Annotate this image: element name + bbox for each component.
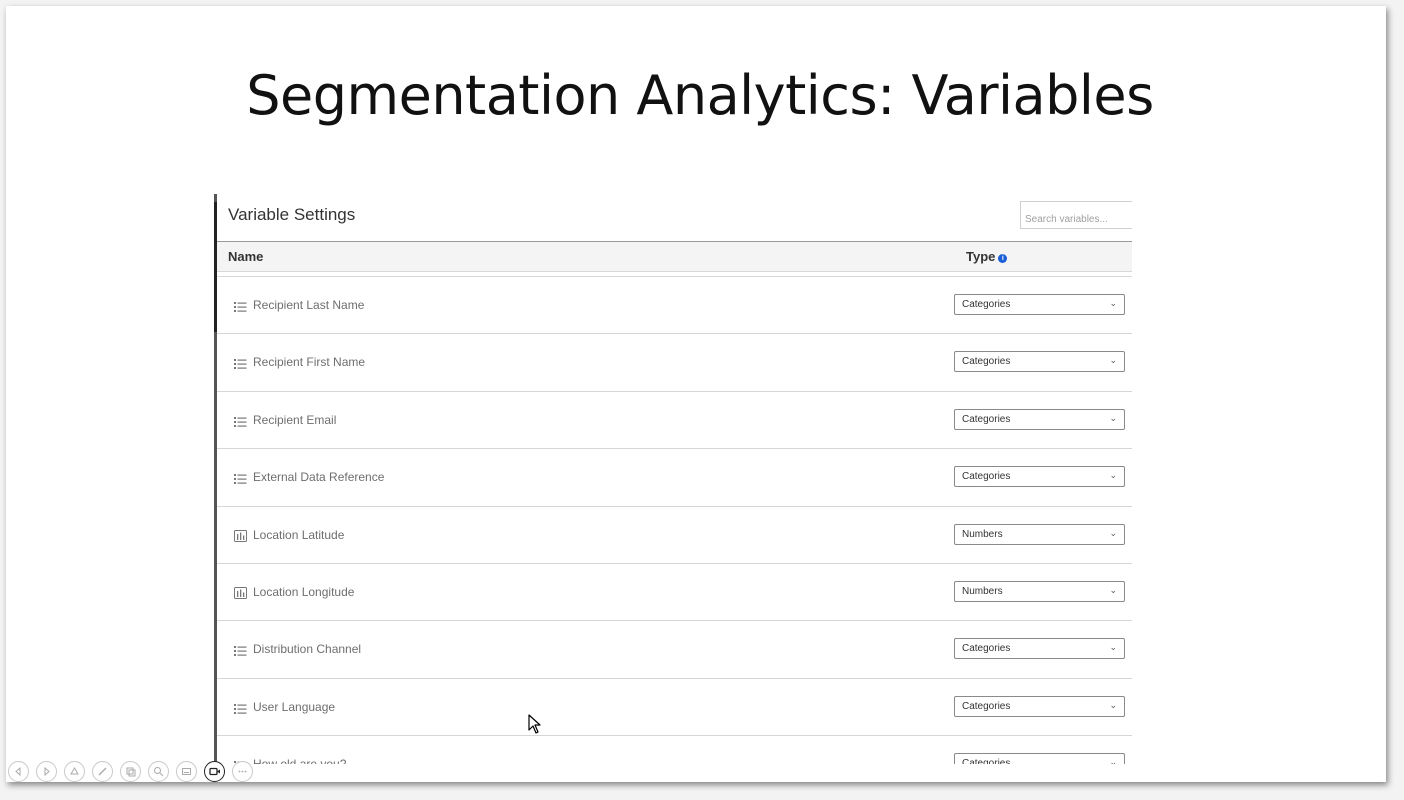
type-select[interactable]: Categories ⌄ — [954, 695, 1125, 717]
camera-icon[interactable] — [204, 760, 225, 782]
chevron-down-icon: ⌄ — [1109, 642, 1117, 653]
table-row: User Language Categories ⌄ — [217, 679, 1132, 737]
pen-icon[interactable] — [64, 760, 85, 782]
type-select[interactable]: Numbers ⌄ — [954, 523, 1125, 545]
chevron-down-icon: ⌄ — [1109, 470, 1117, 481]
table-row: Recipient Last Name Categories ⌄ — [217, 277, 1132, 335]
list-icon — [234, 701, 247, 714]
search-input[interactable] — [1020, 201, 1132, 229]
type-select-value: Categories — [962, 413, 1011, 425]
type-select[interactable]: Categories ⌄ — [954, 638, 1125, 660]
variable-name[interactable]: Recipient Last Name — [253, 298, 364, 312]
list-icon — [234, 414, 247, 427]
variable-name[interactable]: User Language — [253, 700, 335, 714]
variable-name[interactable]: Distribution Channel — [253, 642, 361, 656]
next-icon[interactable] — [36, 760, 57, 782]
chevron-down-icon: ⌄ — [1109, 412, 1117, 423]
variable-name[interactable]: Recipient First Name — [253, 355, 365, 369]
variable-list: Recipient Last Name Categories ⌄ Recipient … — [217, 276, 1132, 764]
presenter-toolbar — [8, 760, 253, 782]
edit-icon[interactable] — [92, 760, 113, 782]
table-row: Location Longitude Numbers ⌄ — [217, 564, 1132, 622]
list-icon — [234, 356, 247, 370]
previous-icon[interactable] — [8, 760, 29, 782]
type-select-value: Numbers — [962, 585, 1003, 597]
type-select[interactable]: Categories ⌄ — [954, 753, 1125, 764]
chevron-down-icon: ⌄ — [1109, 584, 1117, 595]
slide: Segmentation Analytics: Variables Variab… — [6, 6, 1386, 782]
variable-settings-panel: Variable Settings Name Typei Recipient L… — [214, 194, 1132, 764]
chevron-down-icon: ⌄ — [1109, 298, 1117, 308]
variable-name[interactable]: Location Longitude — [253, 585, 354, 599]
bar-chart-icon — [234, 586, 247, 599]
more-icon[interactable] — [232, 760, 253, 782]
column-header-type: Type i — [966, 249, 1008, 264]
zoom-icon[interactable] — [148, 760, 169, 782]
list-icon — [234, 471, 247, 485]
info-icon[interactable]: i — [998, 254, 1008, 263]
bar-chart-icon — [234, 529, 247, 542]
chevron-down-icon: ⌄ — [1109, 757, 1117, 764]
chevron-down-icon: ⌄ — [1109, 699, 1117, 710]
type-select[interactable]: Categories ⌄ — [954, 294, 1125, 315]
variable-name[interactable]: How old are you? — [253, 757, 346, 764]
type-select-value: Categories — [962, 643, 1011, 655]
subtitles-icon[interactable] — [176, 760, 197, 782]
list-icon — [234, 643, 247, 657]
chevron-down-icon: ⌄ — [1109, 355, 1117, 366]
table-row: Recipient First Name Categories ⌄ — [217, 334, 1132, 392]
column-header-type-label[interactable]: Type — [966, 249, 995, 264]
type-select-value: Categories — [962, 299, 1011, 310]
type-select[interactable]: Numbers ⌄ — [954, 580, 1125, 602]
table-row: External Data Reference Categories ⌄ — [217, 449, 1132, 507]
type-select[interactable]: Categories ⌄ — [954, 466, 1125, 488]
type-select-value: Categories — [962, 700, 1011, 712]
type-select-value: Categories — [962, 758, 1011, 764]
slides-icon[interactable] — [120, 760, 141, 782]
presentation-stage: Segmentation Analytics: Variables Variab… — [0, 0, 1404, 800]
chevron-down-icon: ⌄ — [1109, 527, 1117, 538]
panel-header: Variable Settings — [217, 194, 1132, 241]
table-header: Name Type i — [217, 241, 1132, 272]
type-select-value: Categories — [962, 356, 1011, 368]
type-select[interactable]: Categories ⌄ — [954, 351, 1125, 373]
variable-name[interactable]: External Data Reference — [253, 470, 384, 484]
variable-name[interactable]: Recipient Email — [253, 413, 336, 427]
type-select-value: Numbers — [962, 528, 1003, 540]
column-header-name[interactable]: Name — [228, 249, 263, 264]
variable-name[interactable]: Location Latitude — [253, 528, 344, 542]
slide-title: Segmentation Analytics: Variables — [246, 64, 1154, 127]
table-row: Recipient Email Categories ⌄ — [217, 392, 1132, 450]
panel-title: Variable Settings — [228, 205, 356, 224]
list-icon — [234, 299, 247, 312]
type-select[interactable]: Categories ⌄ — [954, 408, 1125, 430]
type-select-value: Categories — [962, 471, 1011, 483]
table-row: How old are you? Categories ⌄ — [217, 736, 1132, 764]
mouse-cursor-icon — [528, 714, 541, 734]
table-row: Distribution Channel Categories ⌄ — [217, 621, 1132, 679]
table-row: Location Latitude Numbers ⌄ — [217, 507, 1132, 564]
